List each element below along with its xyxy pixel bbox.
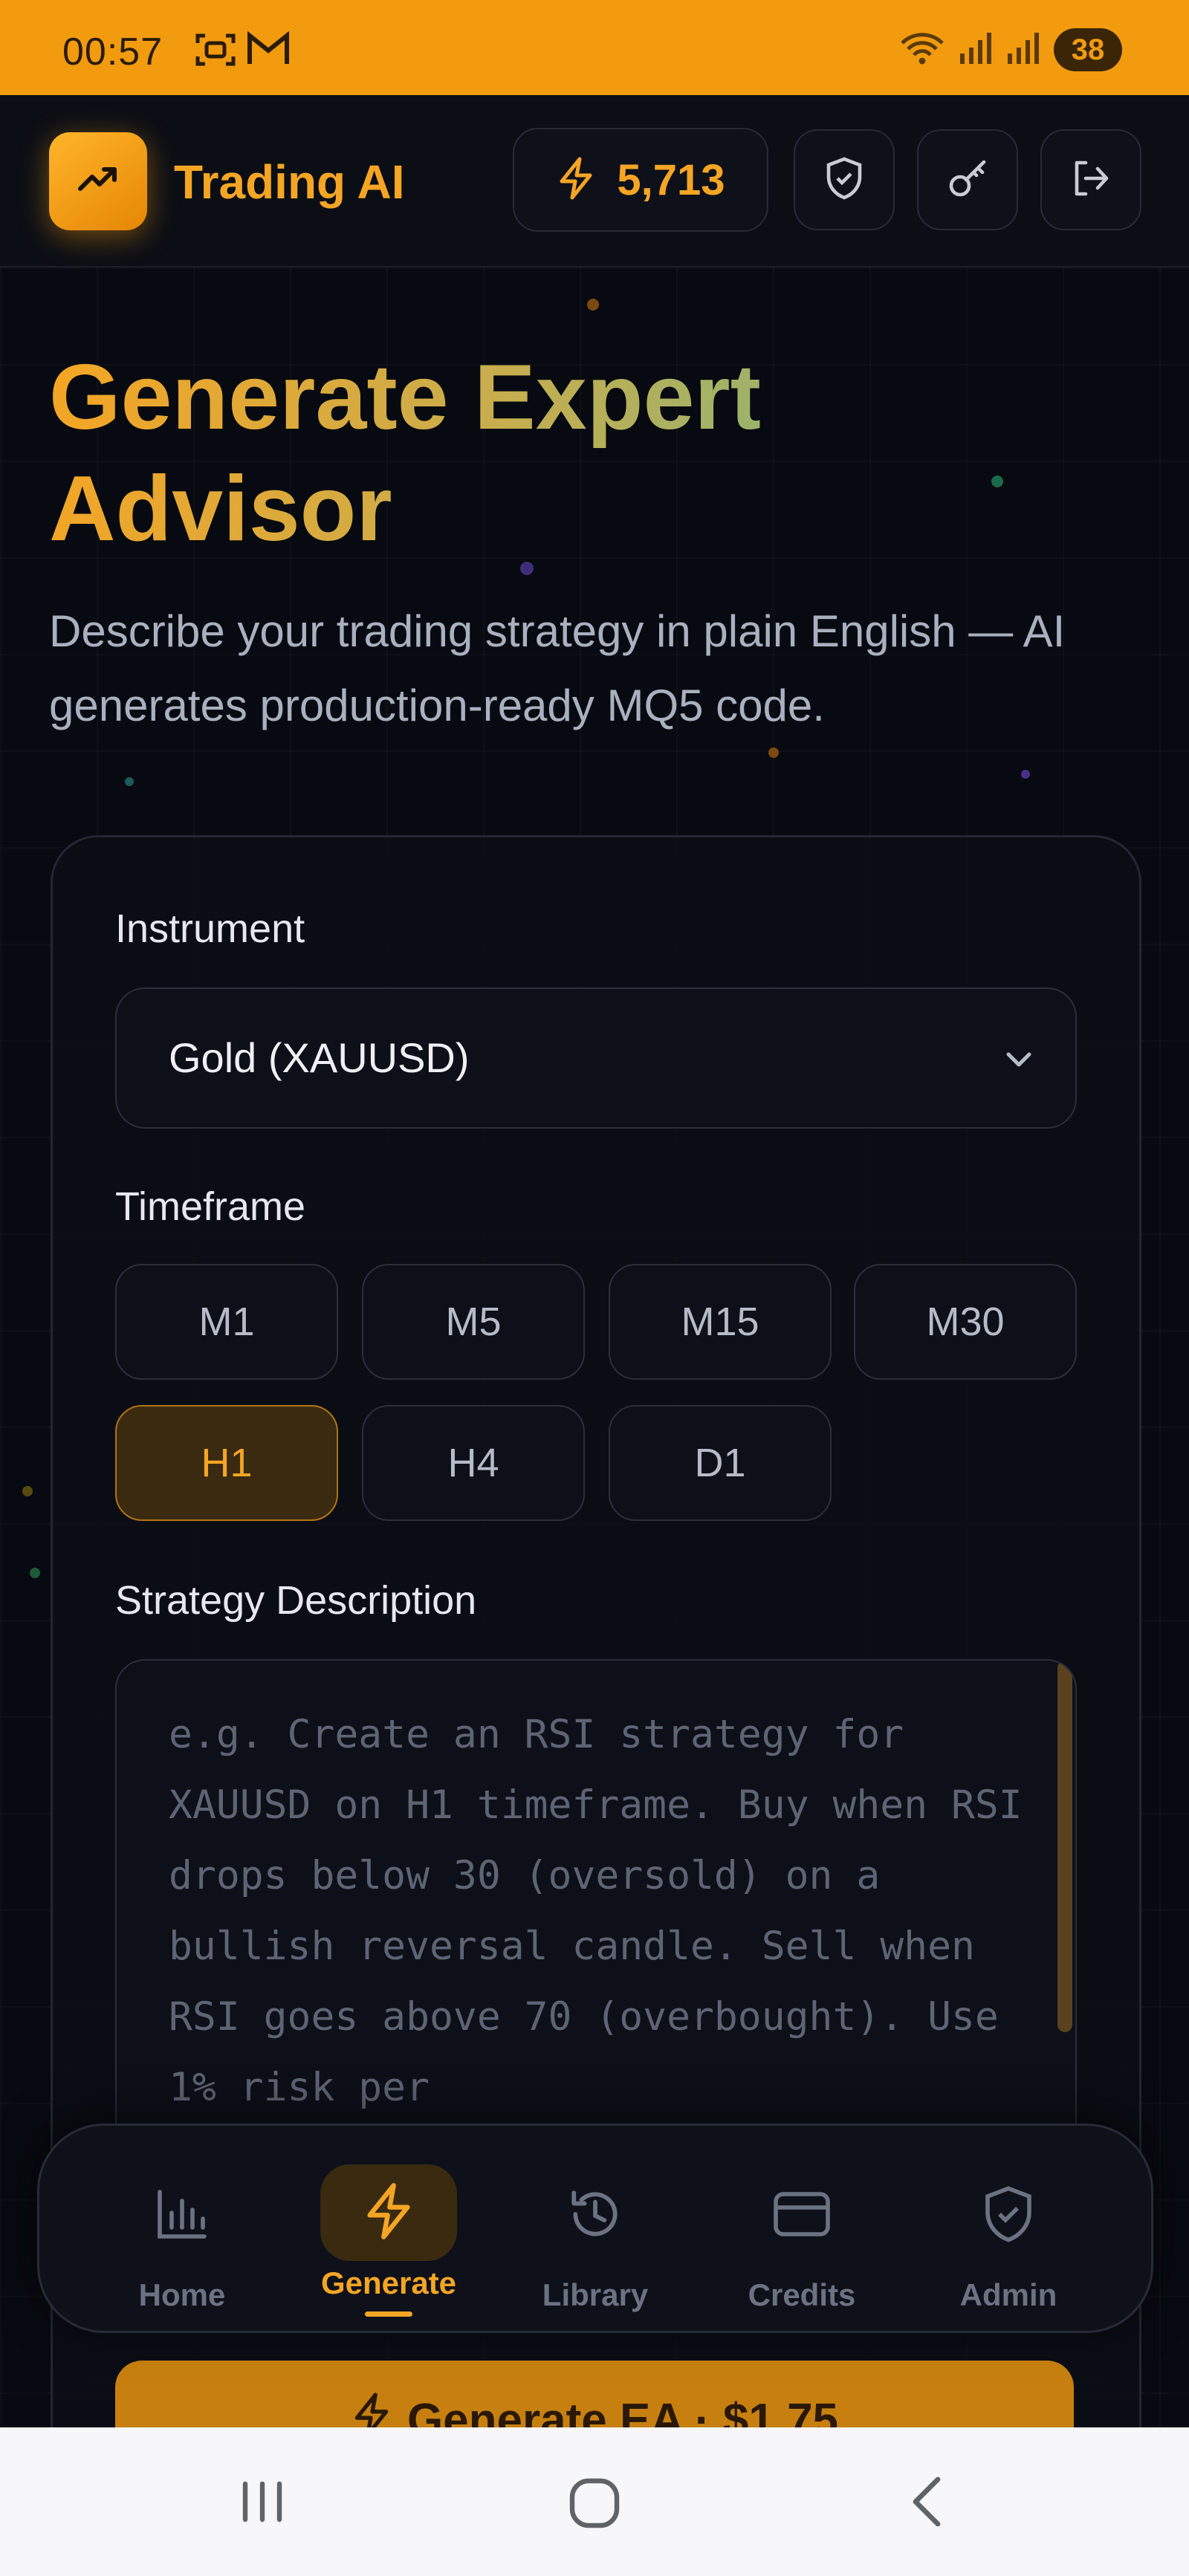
credits-chip[interactable]: 5,713: [513, 128, 768, 232]
signal-icon: [959, 31, 993, 69]
recent-apps-icon[interactable]: [236, 2472, 288, 2535]
nav-credits[interactable]: Credits: [705, 2126, 898, 2331]
screenshot-icon: [195, 31, 236, 72]
nav-generate-label: Generate: [320, 2265, 457, 2300]
timeframe-m5[interactable]: M5: [362, 1264, 585, 1380]
nav-admin[interactable]: Admin: [912, 2126, 1105, 2331]
nav-active-indicator: [365, 2311, 412, 2317]
bolt-icon: [360, 2181, 417, 2245]
nav-credits-label: Credits: [748, 2277, 856, 2312]
admin-shield-button[interactable]: [794, 129, 895, 230]
shield-icon: [824, 156, 864, 204]
app-header: Trading AI 5,713: [0, 95, 1189, 267]
timeframe-m15[interactable]: M15: [609, 1264, 832, 1380]
status-time: 00:57: [62, 30, 163, 74]
wifi-icon: [899, 30, 945, 71]
signal-icon: [1006, 31, 1040, 69]
bar-chart-icon: [154, 2186, 210, 2246]
timeframe-m30[interactable]: M30: [854, 1264, 1077, 1380]
bg-particle: [30, 1568, 40, 1578]
back-icon[interactable]: [901, 2472, 953, 2535]
home-icon[interactable]: [565, 2472, 624, 2535]
bottom-nav: Home Generate Library Credits Admin: [37, 2124, 1153, 2333]
timeframe-h4[interactable]: H4: [362, 1405, 585, 1521]
timeframe-label: Timeframe: [115, 1184, 306, 1229]
timeframe-d1[interactable]: D1: [609, 1405, 832, 1521]
bg-particle: [22, 1486, 33, 1496]
instrument-value: Gold (XAUUSD): [169, 1034, 470, 1081]
bg-particle: [125, 777, 134, 786]
page-title: Generate Expert Advisor: [49, 342, 1015, 565]
trend-up-icon: [74, 156, 122, 207]
history-icon: [566, 2185, 624, 2247]
bg-particle: [587, 299, 599, 311]
instrument-select[interactable]: Gold (XAUUSD): [115, 987, 1077, 1129]
page-subtitle: Describe your trading strategy in plain …: [49, 606, 1066, 730]
instrument-label: Instrument: [115, 906, 305, 951]
status-bar: 00:57 38: [0, 0, 1189, 95]
nav-library-label: Library: [542, 2277, 649, 2312]
app-title: Trading AI: [174, 155, 405, 209]
chevron-down-icon: [1001, 1041, 1037, 1080]
credit-card-icon: [771, 2188, 832, 2244]
timeframe-m1[interactable]: M1: [115, 1264, 338, 1380]
textarea-scrollbar[interactable]: [1057, 1661, 1072, 2032]
bg-particle: [1021, 770, 1030, 779]
logout-icon: [1069, 157, 1112, 204]
nav-library[interactable]: Library: [499, 2126, 692, 2331]
strategy-textarea[interactable]: e.g. Create an RSI strategy for XAUUSD o…: [115, 1659, 1077, 2152]
timeframe-h1[interactable]: H1: [115, 1405, 338, 1521]
credits-value: 5,713: [617, 155, 725, 204]
strategy-label: Strategy Description: [115, 1578, 477, 1623]
bolt-icon: [556, 156, 596, 204]
key-icon: [945, 156, 990, 204]
system-nav-bar: [0, 2427, 1189, 2576]
nav-admin-label: Admin: [959, 2277, 1057, 2312]
bg-particle: [768, 747, 779, 758]
nav-home[interactable]: Home: [85, 2126, 279, 2331]
nav-home-label: Home: [138, 2277, 226, 2312]
battery-icon: 38: [1054, 28, 1122, 71]
nav-generate[interactable]: Generate: [292, 2126, 485, 2331]
gmail-icon: [247, 30, 290, 71]
app-logo[interactable]: [49, 132, 147, 230]
api-key-button[interactable]: [917, 129, 1018, 230]
shield-check-icon: [982, 2184, 1035, 2248]
logout-button[interactable]: [1040, 129, 1141, 230]
strategy-placeholder: e.g. Create an RSI strategy for XAUUSD o…: [169, 1712, 1046, 2110]
